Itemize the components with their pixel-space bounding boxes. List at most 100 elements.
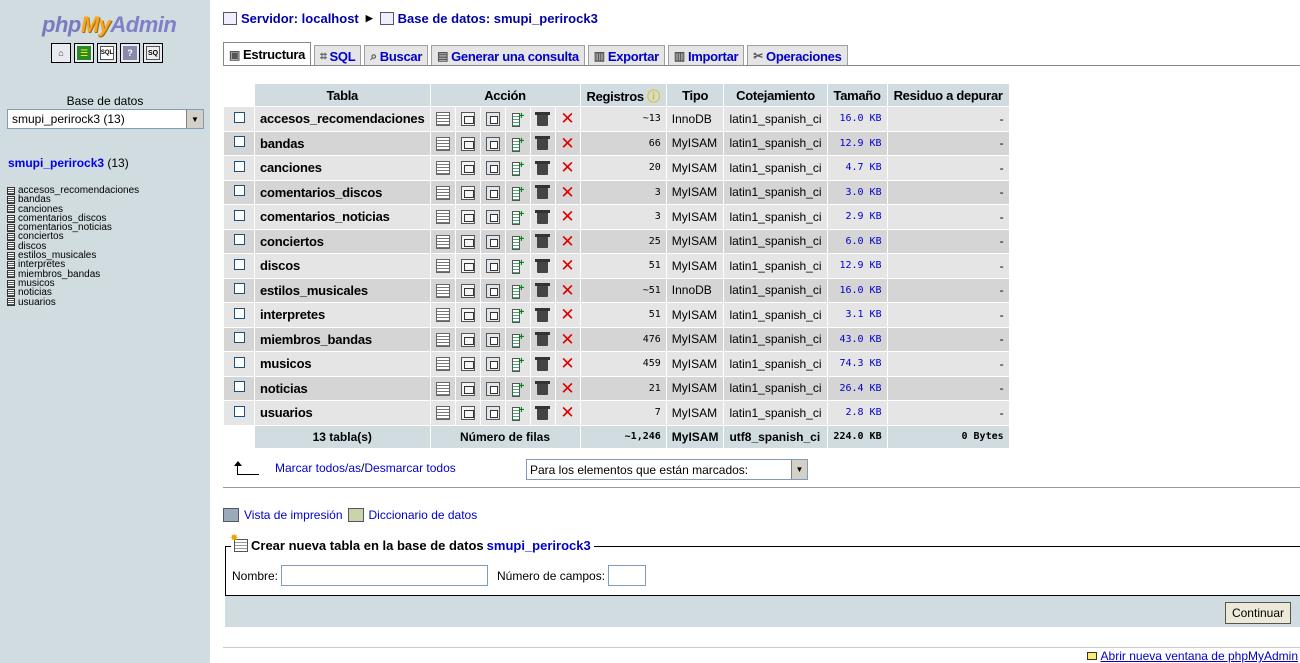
tab-importar[interactable]: ▥ Importar [667,45,745,66]
table-icon[interactable] [7,298,15,307]
empty-icon[interactable] [535,356,550,371]
table-name[interactable]: miembros_bandas [255,327,430,351]
docs-icon[interactable]: ? [120,43,140,63]
insert-icon[interactable] [511,209,525,226]
empty-icon[interactable] [535,258,550,273]
drop-icon[interactable]: ✕ [560,208,574,225]
sql-docs-icon[interactable]: SQ [143,43,163,63]
browse-icon[interactable] [435,259,450,274]
drop-icon[interactable]: ✕ [560,404,574,421]
empty-icon[interactable] [535,332,550,347]
structure-icon[interactable] [460,283,475,298]
empty-icon[interactable] [535,136,550,151]
browse-icon[interactable] [435,210,450,225]
insert-icon[interactable] [511,258,525,275]
size-value[interactable]: 4.7 KB [827,156,887,180]
sql-query-icon[interactable]: SQL [97,43,117,63]
empty-icon[interactable] [535,209,550,224]
empty-icon[interactable] [535,111,550,126]
table-name[interactable]: noticias [255,376,430,400]
search-icon[interactable] [485,308,500,323]
tab-sql[interactable]: ⌗ SQL [314,45,362,66]
insert-icon[interactable] [511,332,525,348]
search-icon[interactable] [485,234,500,249]
table-icon[interactable] [7,233,15,242]
empty-icon[interactable] [535,234,550,249]
insert-icon[interactable] [511,136,525,152]
table-name[interactable]: estilos_musicales [255,278,430,302]
size-value[interactable]: 3.0 KB [827,180,887,204]
drop-icon[interactable]: ✕ [560,110,574,127]
search-icon[interactable] [485,406,500,421]
tab-estructura[interactable]: ▣ Estructura [223,42,312,66]
continue-button[interactable]: Continuar [1224,602,1291,624]
browse-icon[interactable] [435,381,450,396]
browse-icon[interactable] [435,357,450,372]
structure-icon[interactable] [460,308,475,323]
size-value[interactable]: 74.3 KB [827,352,887,376]
print-view-link[interactable]: Vista de impresión [244,508,343,522]
browse-icon[interactable] [435,136,450,151]
size-value[interactable]: 16.0 KB [827,107,887,131]
row-checkbox[interactable] [233,111,245,123]
browse-icon[interactable] [435,161,450,176]
size-value[interactable]: 3.1 KB [827,303,887,327]
browse-icon[interactable] [435,185,450,200]
search-icon[interactable] [485,357,500,372]
drop-icon[interactable]: ✕ [560,331,574,348]
size-value[interactable]: 16.0 KB [827,278,887,302]
insert-icon[interactable] [511,381,525,397]
row-checkbox[interactable] [233,185,245,197]
breadcrumb-database[interactable]: Base de datos: smupi_perirock3 [398,11,598,26]
table-icon[interactable] [7,251,15,260]
browse-icon[interactable] [435,332,450,347]
structure-icon[interactable] [460,234,475,249]
row-checkbox[interactable] [233,405,245,417]
table-icon[interactable] [7,242,15,251]
table-icon[interactable] [7,270,15,279]
structure-icon[interactable] [460,259,475,274]
table-name[interactable]: conciertos [255,229,430,253]
size-value[interactable]: 2.9 KB [827,205,887,229]
size-value[interactable]: 12.9 KB [827,254,887,278]
table-icon[interactable] [7,261,15,270]
table-icon[interactable] [7,214,15,223]
browse-icon[interactable] [435,283,450,298]
search-icon[interactable] [485,332,500,347]
database-select[interactable]: smupi_perirock3 (13) ▼ [7,109,204,129]
empty-icon[interactable] [535,307,550,322]
insert-icon[interactable] [511,356,525,373]
with-selected-select[interactable]: Para los elementos que están marcados: ▼ [526,459,808,480]
table-name-input[interactable] [281,565,489,586]
table-name[interactable]: interpretes [255,303,430,327]
table-name[interactable]: usuarios [255,401,430,425]
field-count-input[interactable] [608,565,647,586]
row-checkbox[interactable] [233,136,245,148]
search-icon[interactable] [485,210,500,225]
search-icon[interactable] [485,283,500,298]
insert-icon[interactable] [511,160,525,177]
tab-buscar[interactable]: ⌕ Buscar [364,45,429,66]
empty-icon[interactable] [535,405,550,420]
check-all-link[interactable]: Marcar todos/as [275,461,361,475]
row-checkbox[interactable] [233,209,245,221]
chevron-down-icon[interactable]: ▼ [791,460,807,479]
size-value[interactable]: 43.0 KB [827,327,887,351]
drop-icon[interactable]: ✕ [560,355,574,372]
insert-icon[interactable] [511,283,525,299]
table-icon[interactable] [7,186,15,195]
empty-icon[interactable] [535,160,550,175]
table-icon[interactable] [7,223,15,232]
structure-icon[interactable] [460,332,475,347]
table-name[interactable]: accesos_recomendaciones [255,107,430,131]
drop-icon[interactable]: ✕ [560,380,574,397]
search-icon[interactable] [485,136,500,151]
structure-icon[interactable] [460,406,475,421]
size-value[interactable]: 26.4 KB [827,376,887,400]
structure-icon[interactable] [460,112,475,127]
browse-icon[interactable] [435,112,450,127]
insert-icon[interactable] [511,234,525,250]
insert-icon[interactable] [511,307,525,324]
row-checkbox[interactable] [233,356,245,368]
new-window-link[interactable]: Abrir nueva ventana de phpMyAdmin [1101,649,1298,663]
